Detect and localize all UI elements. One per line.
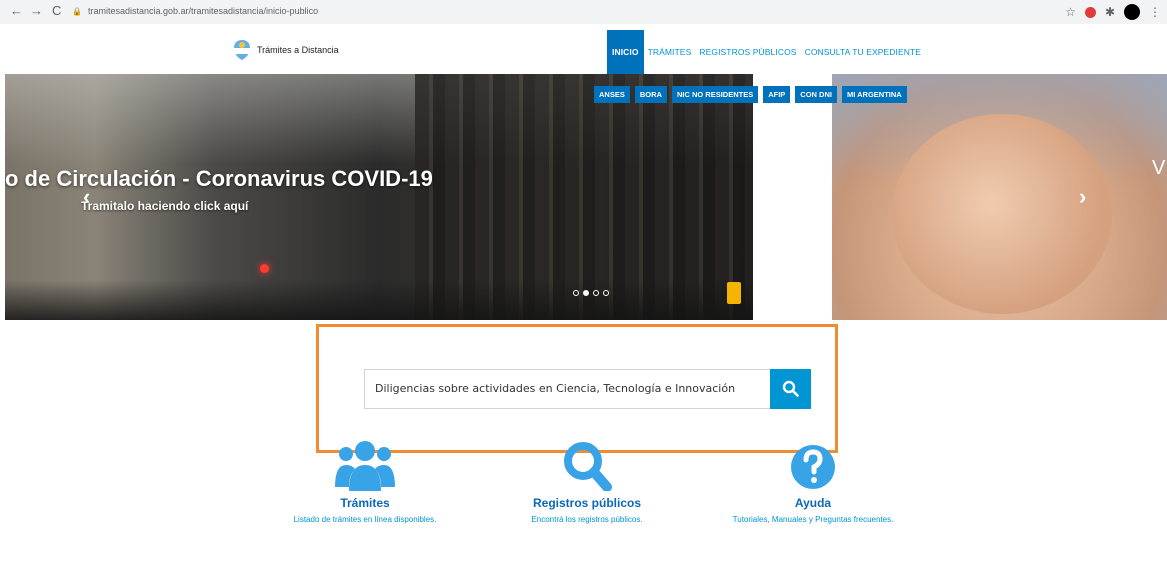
menu-item-inicio[interactable]: INICIO [607, 30, 644, 74]
search-input[interactable]: Diligencias sobre actividades en Ciencia… [364, 369, 770, 409]
feature-registros-title[interactable]: Registros públicos [487, 496, 687, 510]
browser-menu-icon[interactable]: ⋮ [1149, 5, 1161, 19]
carousel-dots [573, 290, 609, 296]
lock-icon: 🔒 [72, 7, 82, 16]
search-icon [782, 380, 799, 397]
city-street-image [5, 74, 753, 320]
main-menu: INICIO TRÁMITES REGISTROS PÚBLICOS CONSU… [607, 30, 925, 74]
carousel-dot-active[interactable] [583, 290, 589, 296]
site-header: Trámites a Distancia INICIO TRÁMITES REG… [0, 30, 1167, 74]
feature-tramites[interactable]: Trámites Listado de trámites en línea di… [260, 437, 470, 525]
profile-avatar[interactable] [1124, 4, 1140, 20]
street-sign [727, 282, 741, 304]
extension-icon[interactable] [1084, 6, 1096, 18]
site-logo[interactable]: Trámites a Distancia [233, 39, 339, 61]
menu-item-registros-publicos[interactable]: REGISTROS PÚBLICOS [695, 30, 800, 74]
url-text: tramitesadistancia.gob.ar/tramitesadista… [87, 6, 319, 16]
question-icon [791, 445, 835, 489]
quick-link-bora[interactable]: BORA [634, 86, 667, 103]
feature-tramites-desc: Listado de trámites en línea disponibles… [293, 515, 437, 524]
carousel-dot[interactable] [593, 290, 599, 296]
extensions-puzzle-icon[interactable]: ✱ [1105, 5, 1115, 19]
quick-link-afip[interactable]: AFIP [763, 86, 791, 103]
quick-links: ANSES BORA NIC NO RESIDENTES AFIP CON DN… [594, 86, 907, 103]
quick-link-anses[interactable]: ANSES [594, 86, 630, 103]
hero-carousel[interactable]: ANSES BORA NIC NO RESIDENTES AFIP CON DN… [5, 74, 1167, 320]
logo-text: Trámites a Distancia [257, 45, 339, 55]
search-button[interactable] [770, 369, 811, 409]
feature-registros-publicos[interactable]: Registros públicos Encontrá los registro… [487, 437, 687, 525]
reload-icon[interactable]: C [52, 3, 61, 18]
hero-title[interactable]: o de Circulación - Coronavirus COVID-19 [5, 166, 433, 192]
feature-ayuda[interactable]: Ayuda Tutoriales, Manuales y Preguntas f… [723, 437, 903, 525]
bookmark-star-icon[interactable]: ☆ [1065, 5, 1076, 19]
people-group-icon [335, 441, 395, 491]
hero-subtitle[interactable]: Tramitalo haciendo click aquí [81, 199, 248, 213]
quick-link-con-dni[interactable]: CON DNI [795, 86, 837, 103]
feature-ayuda-title[interactable]: Ayuda [723, 496, 903, 510]
elbow-image [832, 74, 1167, 320]
carousel-dot[interactable] [603, 290, 609, 296]
menu-item-consulta-expediente[interactable]: CONSULTA TU EXPEDIENTE [801, 30, 926, 74]
carousel-prev-icon[interactable]: ‹ [83, 184, 90, 210]
magnifier-icon [564, 442, 612, 492]
menu-item-tramites[interactable]: TRÁMITES [644, 30, 696, 74]
browser-toolbar: ← → C 🔒 tramitesadistancia.gob.ar/tramite… [0, 0, 1167, 24]
quick-link-nic-no-residentes[interactable]: NIC NO RESIDENTES [671, 86, 759, 103]
address-bar[interactable]: 🔒 tramitesadistancia.gob.ar/tramitesadist… [72, 3, 1072, 20]
quick-link-mi-argentina[interactable]: MI ARGENTINA [841, 86, 907, 103]
next-slide-title-fragment: V [1152, 157, 1166, 179]
feature-registros-desc: Encontrá los registros públicos. [531, 515, 643, 524]
carousel-next-icon[interactable]: › [1079, 184, 1086, 210]
forward-icon[interactable]: → [30, 3, 43, 18]
argentina-shield-icon [234, 40, 250, 60]
carousel-dot[interactable] [573, 290, 579, 296]
traffic-light [260, 264, 269, 273]
back-icon[interactable]: ← [10, 3, 23, 18]
feature-ayuda-desc: Tutoriales, Manuales y Preguntas frecuen… [732, 515, 894, 524]
feature-tramites-title[interactable]: Trámites [260, 496, 470, 510]
